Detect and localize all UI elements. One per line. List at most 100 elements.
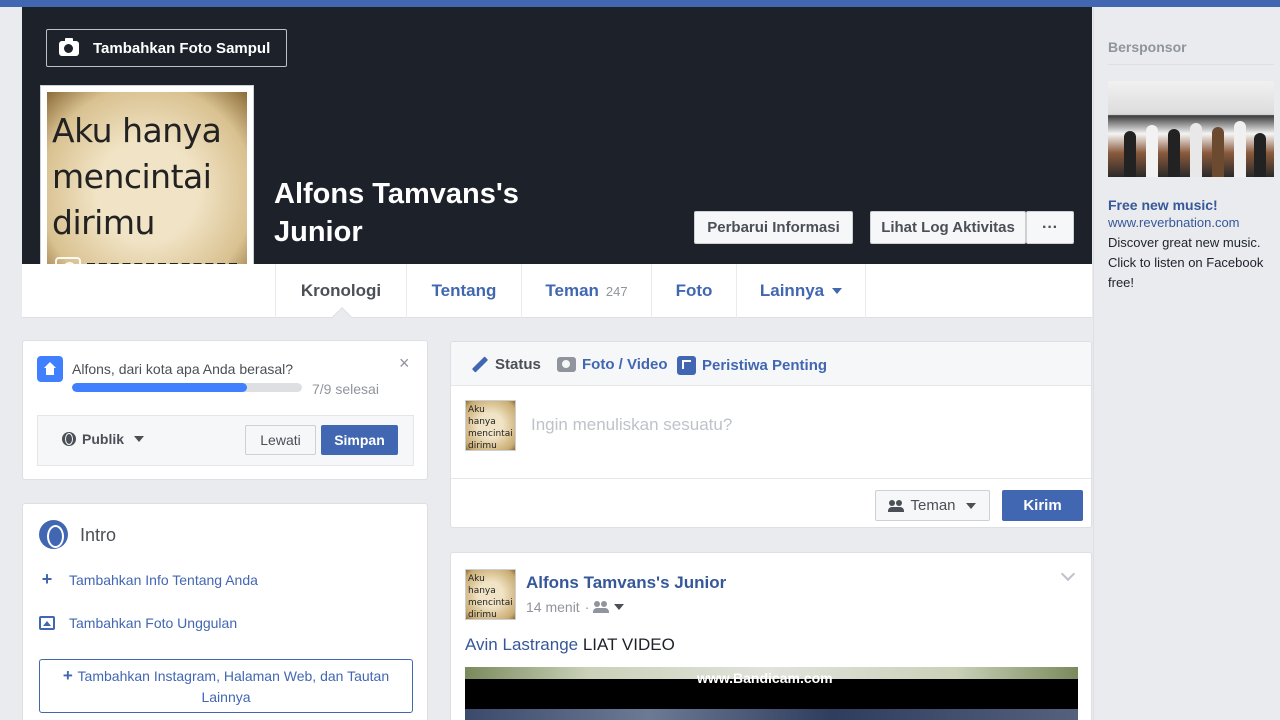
add-links-label: Tambahkan Instagram, Halaman Web, dan Ta… [77, 668, 390, 705]
add-cover-photo-button[interactable]: Tambahkan Foto Sampul [46, 29, 287, 67]
composer-tabs: Status Foto / Video Peristiwa Penting [451, 342, 1091, 386]
photo-icon [39, 616, 55, 630]
privacy-selector[interactable]: Publik [62, 431, 145, 447]
friend-count: 247 [605, 283, 628, 299]
caption-line-2: mencintai [468, 429, 513, 439]
activity-log-button[interactable]: Lihat Log Aktivitas [870, 211, 1026, 244]
caption-line-2: mencintai [468, 598, 513, 608]
post-author[interactable]: Alfons Tamvans's Junior [526, 573, 726, 593]
plus-icon: + [62, 666, 78, 685]
composer-footer: Teman Kirim [451, 478, 1091, 527]
more-options-button[interactable]: ··· [1026, 211, 1074, 244]
update-info-button[interactable]: Perbarui Informasi [694, 211, 853, 244]
ad-image[interactable] [1108, 81, 1274, 177]
save-button[interactable]: Simpan [321, 425, 398, 455]
ad-figure [1146, 125, 1158, 177]
tab-teman[interactable]: Teman 247 [522, 264, 652, 318]
profile-name[interactable]: Alfons Tamvans's Junior [274, 175, 574, 251]
post-body: LIAT VIDEO [578, 635, 675, 654]
tab-foto[interactable]: Foto [652, 264, 737, 318]
ad-url-link[interactable]: www.reverbnation.com [1108, 215, 1240, 230]
composer-tab-label: Peristiwa Penting [702, 357, 828, 374]
add-featured-photos-link[interactable]: Tambahkan Foto Unggulan [39, 615, 237, 631]
friends-icon [888, 499, 905, 512]
add-cover-photo-label: Tambahkan Foto Sampul [93, 39, 271, 57]
add-photos-label: Tambahkan Foto Unggulan [69, 615, 238, 631]
post-meta: 14 menit · [526, 599, 625, 615]
globe-icon [62, 432, 76, 446]
plus-icon: + [41, 569, 53, 589]
tab-label: Teman [545, 281, 599, 300]
top-blue-strip [0, 0, 1280, 7]
avatar-caption: Aku hanya mencintai dirimu [468, 573, 515, 620]
tab-label: Tentang [431, 281, 497, 300]
tab-label: Lainnya [759, 281, 825, 300]
add-links-button[interactable]: + Tambahkan Instagram, Halaman Web, dan … [39, 659, 413, 713]
composer-tab-life-event[interactable]: Peristiwa Penting [677, 356, 827, 375]
chevron-down-icon [965, 502, 976, 509]
question-footer: Publik Lewati Simpan [37, 415, 414, 466]
progress-text: 7/9 selesai [312, 381, 379, 397]
separator: · [584, 599, 590, 615]
composer-tab-photo[interactable]: Foto / Video [557, 356, 668, 373]
pencil-icon [471, 356, 489, 373]
camera-icon [59, 37, 79, 56]
post-button[interactable]: Kirim [1002, 490, 1083, 521]
tab-tentang[interactable]: Tentang [407, 264, 522, 318]
post-time[interactable]: 14 menit [526, 599, 580, 615]
profile-picture-image: Aku hanya mencintai dirimu [47, 92, 247, 291]
ad-title-link[interactable]: Free new music! [1108, 197, 1218, 213]
chevron-down-icon [832, 288, 843, 294]
avatar-caption: Aku hanya mencintai dirimu [468, 404, 515, 451]
timeline-post: Aku hanya mencintai dirimu Alfons Tamvan… [450, 552, 1092, 720]
profile-tab-bar: Kronologi Tentang Teman 247 Foto Lainnya [22, 264, 1092, 327]
composer-tab-status[interactable]: Status [471, 356, 541, 373]
status-input[interactable]: Ingin menuliskan sesuatu? [531, 415, 732, 435]
privacy-label: Publik [82, 431, 125, 447]
avatar[interactable]: Aku hanya mencintai dirimu [465, 569, 516, 620]
tab-label: Kronologi [300, 281, 382, 300]
post-text: Avin Lastrange LIAT VIDEO [465, 635, 675, 655]
caption-line-1: Aku hanya [468, 574, 496, 596]
progress-bar [72, 383, 302, 392]
progress-fill [72, 383, 247, 392]
chevron-down-icon[interactable] [614, 604, 625, 610]
question-text: Alfons, dari kota apa Anda berasal? [72, 361, 294, 377]
audience-selector[interactable]: Teman [875, 490, 990, 521]
add-info-link[interactable]: + Tambahkan Info Tentang Anda [39, 569, 258, 590]
ad-figure [1190, 123, 1202, 177]
ad-figure [1254, 133, 1266, 177]
ad-figure [1124, 131, 1136, 177]
skip-button[interactable]: Lewati [245, 425, 316, 455]
post-options-chevron-icon[interactable] [1060, 566, 1076, 582]
chevron-down-icon [134, 436, 145, 442]
video-frame-bottom [465, 709, 1078, 720]
right-sidebar: Bersponsor Free new music! www.reverbnat… [1093, 7, 1280, 720]
ad-figure [1168, 129, 1180, 177]
post-mention[interactable]: Avin Lastrange [465, 635, 578, 654]
caption-line-3: dirimu [468, 610, 497, 620]
flag-icon [677, 356, 696, 375]
avatar: Aku hanya mencintai dirimu [465, 400, 516, 451]
home-icon [37, 356, 63, 382]
divider [1108, 64, 1274, 65]
intro-title: Intro [80, 525, 117, 545]
video-watermark: www.Bandicam.com [697, 670, 833, 686]
ad-description: Discover great new music. Click to liste… [1108, 235, 1264, 290]
audience-label: Teman [910, 497, 956, 514]
composer-tab-label: Foto / Video [582, 356, 668, 373]
camera-icon [557, 357, 576, 372]
profile-question-card: Alfons, dari kota apa Anda berasal? × 7/… [22, 340, 428, 480]
tab-lainnya[interactable]: Lainnya [737, 264, 866, 318]
intro-card: Intro + Tambahkan Info Tentang Anda Tamb… [22, 503, 428, 720]
add-info-label: Tambahkan Info Tentang Anda [69, 571, 258, 588]
profile-picture-caption: Aku hanya mencintai dirimu [52, 108, 222, 246]
sponsored-title: Bersponsor [1108, 39, 1187, 55]
caption-line-2: mencintai [52, 157, 212, 196]
post-video[interactable]: www.Bandicam.com [465, 667, 1078, 720]
close-icon[interactable]: × [399, 353, 410, 374]
ad-figure [1234, 121, 1246, 177]
post-composer: Status Foto / Video Peristiwa Penting Ak… [450, 341, 1092, 528]
caption-line-3: dirimu [468, 441, 497, 451]
ad-figure [1212, 127, 1224, 177]
